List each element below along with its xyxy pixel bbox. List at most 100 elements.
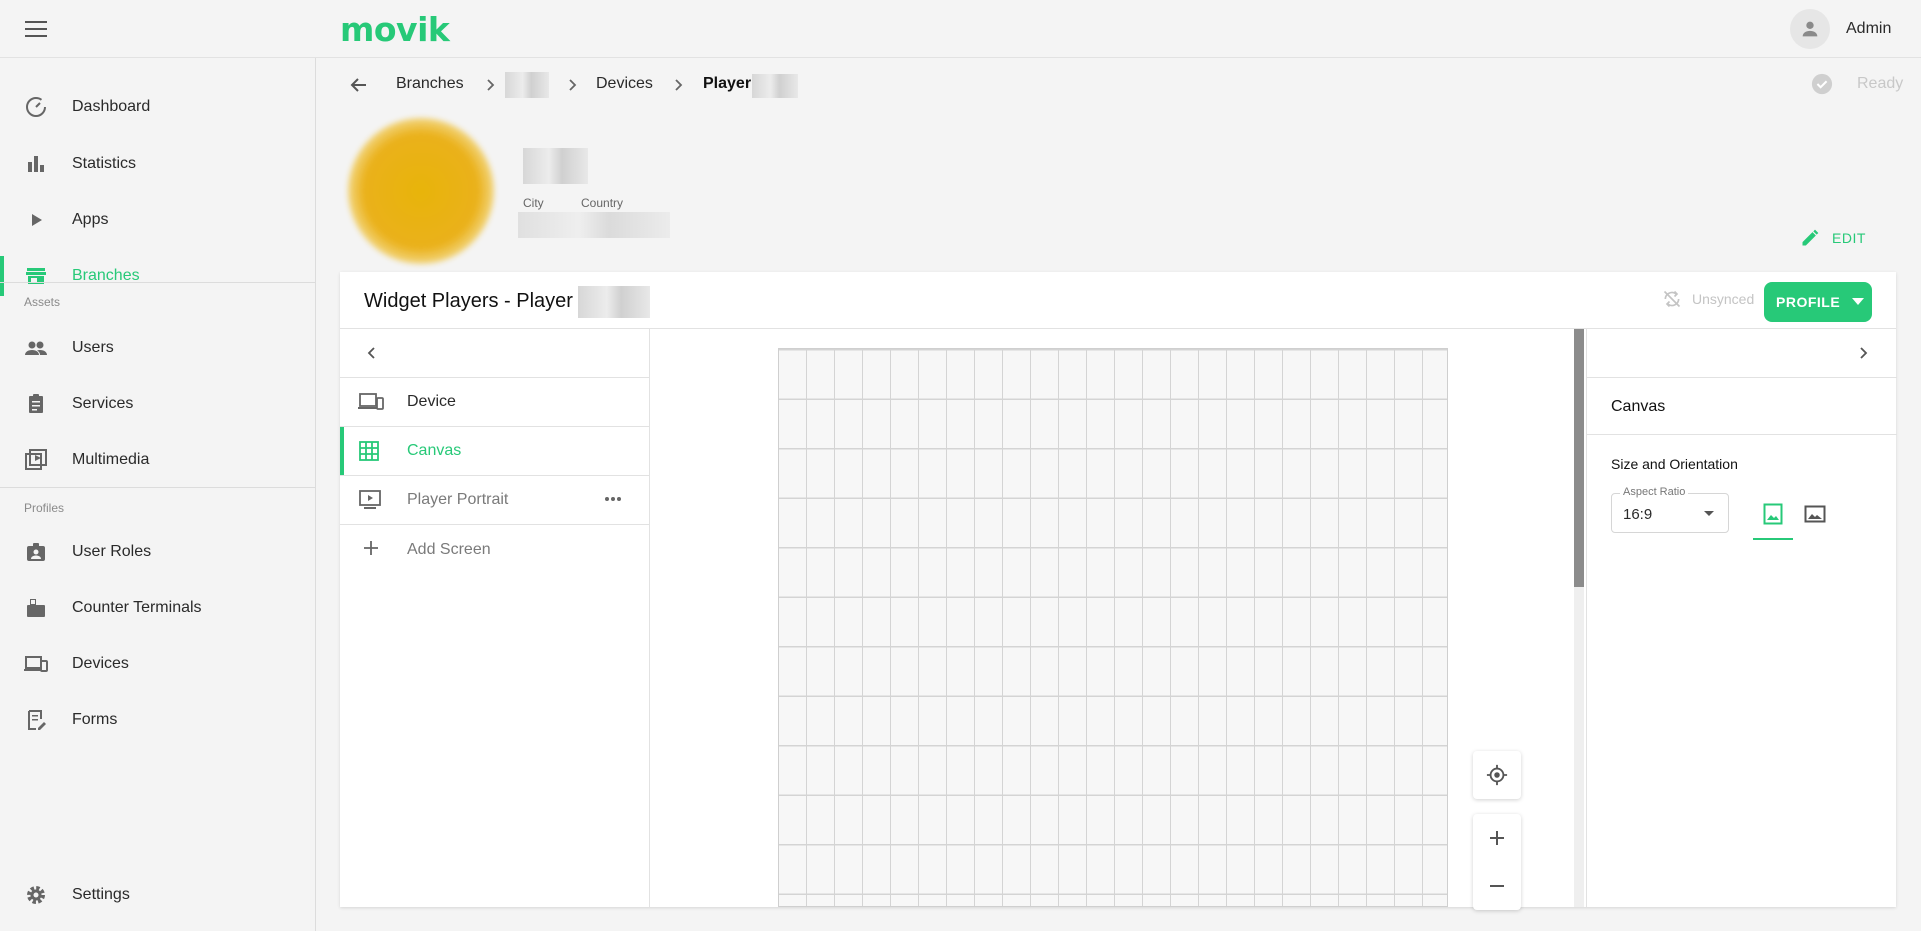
- badge-icon: [24, 540, 48, 564]
- sidebar-item-label: Services: [72, 395, 134, 412]
- expand-panel-row: [1587, 329, 1897, 378]
- sidebar-item-user-roles[interactable]: User Roles: [0, 530, 315, 574]
- card-title: Widget Players - Player: [364, 290, 573, 312]
- sidebar-item-label: User Roles: [72, 543, 152, 560]
- crosshair-icon: [1473, 751, 1521, 799]
- screen-item-label: Device: [407, 393, 456, 410]
- branch-logo: [348, 118, 494, 264]
- zoom-out-icon[interactable]: [1473, 862, 1521, 910]
- user-name[interactable]: Admin: [1846, 20, 1891, 38]
- aspect-ratio-value: 16:9: [1623, 506, 1653, 523]
- screen-item-player-portrait[interactable]: Player Portrait: [340, 476, 649, 525]
- people-icon: [24, 336, 48, 360]
- plus-icon: [362, 539, 388, 561]
- unsynced-label: Unsynced: [1692, 291, 1755, 307]
- branch-name-redacted: [523, 148, 588, 184]
- back-arrow-icon[interactable]: [346, 73, 372, 97]
- collapse-panel-row: [340, 329, 649, 378]
- chevron-right-icon: [564, 77, 580, 93]
- sidebar-item-label: Dashboard: [72, 98, 151, 115]
- chevron-right-icon[interactable]: [1855, 345, 1871, 361]
- zoom-in-icon[interactable]: [1473, 814, 1521, 862]
- sidebar-item-users[interactable]: Users: [0, 326, 315, 370]
- edit-button[interactable]: EDIT: [1800, 228, 1866, 248]
- bar-chart-icon: [24, 152, 48, 176]
- status-label: Ready: [1857, 75, 1904, 92]
- profile-button[interactable]: PROFILE: [1764, 282, 1872, 322]
- app-logo[interactable]: movik: [340, 10, 450, 49]
- sidebar-item-label: Multimedia: [72, 451, 150, 468]
- play-icon: [24, 208, 48, 232]
- terminal-icon: [24, 596, 48, 620]
- unsynced-status: Unsynced: [1662, 289, 1754, 309]
- card-title-redacted: [578, 286, 650, 318]
- portrait-orientation-button[interactable]: [1753, 494, 1793, 540]
- sidebar-item-label: Devices: [72, 655, 129, 672]
- more-horizontal-icon[interactable]: [604, 496, 622, 502]
- form-icon: [24, 708, 48, 732]
- aspect-ratio-label: Aspect Ratio: [1620, 486, 1689, 498]
- recenter-button[interactable]: [1473, 751, 1521, 799]
- screen-item-label: Add Screen: [407, 540, 491, 558]
- breadcrumb-player: Player: [703, 75, 752, 92]
- sidebar-item-apps[interactable]: Apps: [0, 198, 315, 242]
- screens-panel: Device Canvas Player Portrait Add Screen: [340, 329, 650, 907]
- properties-panel: Canvas Size and Orientation Aspect Ratio…: [1586, 329, 1897, 907]
- breadcrumb-player-redacted: [752, 74, 798, 98]
- store-icon: [24, 264, 48, 288]
- chevron-left-icon[interactable]: [364, 345, 380, 361]
- branch-location-redacted: [518, 212, 670, 238]
- sidebar-item-label: Settings: [72, 886, 130, 903]
- size-orientation-heading: Size and Orientation: [1611, 456, 1738, 472]
- divider: [0, 282, 315, 283]
- add-screen-button[interactable]: Add Screen: [340, 525, 649, 574]
- sidebar-item-branches[interactable]: Branches: [0, 254, 315, 298]
- pencil-icon: [1800, 228, 1820, 248]
- tv-icon: [358, 489, 384, 511]
- sidebar-item-label: Apps: [72, 211, 109, 228]
- clipboard-icon: [24, 392, 48, 416]
- sidebar-item-services[interactable]: Services: [0, 382, 315, 426]
- section-label-profiles: Profiles: [24, 501, 65, 515]
- status-ready: Ready: [1811, 73, 1903, 95]
- breadcrumb-devices[interactable]: Devices: [596, 75, 653, 93]
- sidebar: Dashboard Statistics Apps Branches Asset…: [0, 58, 316, 931]
- sidebar-item-label: Statistics: [72, 155, 137, 172]
- breadcrumb-branches[interactable]: Branches: [396, 75, 464, 93]
- landscape-orientation-button[interactable]: [1795, 494, 1835, 534]
- sidebar-item-dashboard[interactable]: Dashboard: [0, 85, 315, 129]
- divider: [0, 487, 315, 488]
- card-header: Widget Players - Player Unsynced PROFILE: [340, 272, 1896, 329]
- breadcrumb-branch-redacted[interactable]: [505, 72, 549, 98]
- sidebar-item-statistics[interactable]: Statistics: [0, 142, 315, 186]
- sidebar-item-counter-terminals[interactable]: Counter Terminals: [0, 586, 315, 630]
- sidebar-item-devices[interactable]: Devices: [0, 642, 315, 686]
- landscape-image-icon: [1804, 505, 1826, 523]
- canvas-grid[interactable]: [778, 348, 1448, 907]
- aspect-ratio-select[interactable]: Aspect Ratio 16:9: [1611, 486, 1729, 533]
- caret-down-icon: [1852, 298, 1865, 306]
- screen-item-canvas[interactable]: Canvas: [340, 427, 649, 476]
- section-label-assets: Assets: [24, 295, 61, 309]
- caret-down-icon: [1704, 511, 1714, 516]
- properties-title: Canvas: [1611, 398, 1666, 415]
- widget-players-card: Widget Players - Player Unsynced PROFILE…: [340, 272, 1897, 910]
- menu-icon[interactable]: [22, 17, 50, 41]
- sidebar-item-forms[interactable]: Forms: [0, 698, 315, 742]
- account-icon[interactable]: [1790, 9, 1830, 49]
- canvas-editor[interactable]: [650, 329, 1583, 910]
- grid-icon: [358, 440, 384, 462]
- gear-icon: [24, 883, 48, 907]
- edit-label: EDIT: [1832, 230, 1866, 246]
- devices-icon: [358, 391, 384, 413]
- sidebar-item-multimedia[interactable]: Multimedia: [0, 438, 315, 482]
- canvas-scrollbar-thumb[interactable]: [1574, 329, 1584, 587]
- sidebar-item-label: Counter Terminals: [72, 599, 202, 616]
- screen-item-device[interactable]: Device: [340, 378, 649, 427]
- check-circle-icon: [1811, 73, 1833, 95]
- divider: [1587, 434, 1897, 435]
- devices-icon: [24, 652, 48, 676]
- chevron-right-icon: [482, 77, 498, 93]
- profile-button-label: PROFILE: [1776, 294, 1841, 310]
- sidebar-item-settings[interactable]: Settings: [0, 873, 315, 917]
